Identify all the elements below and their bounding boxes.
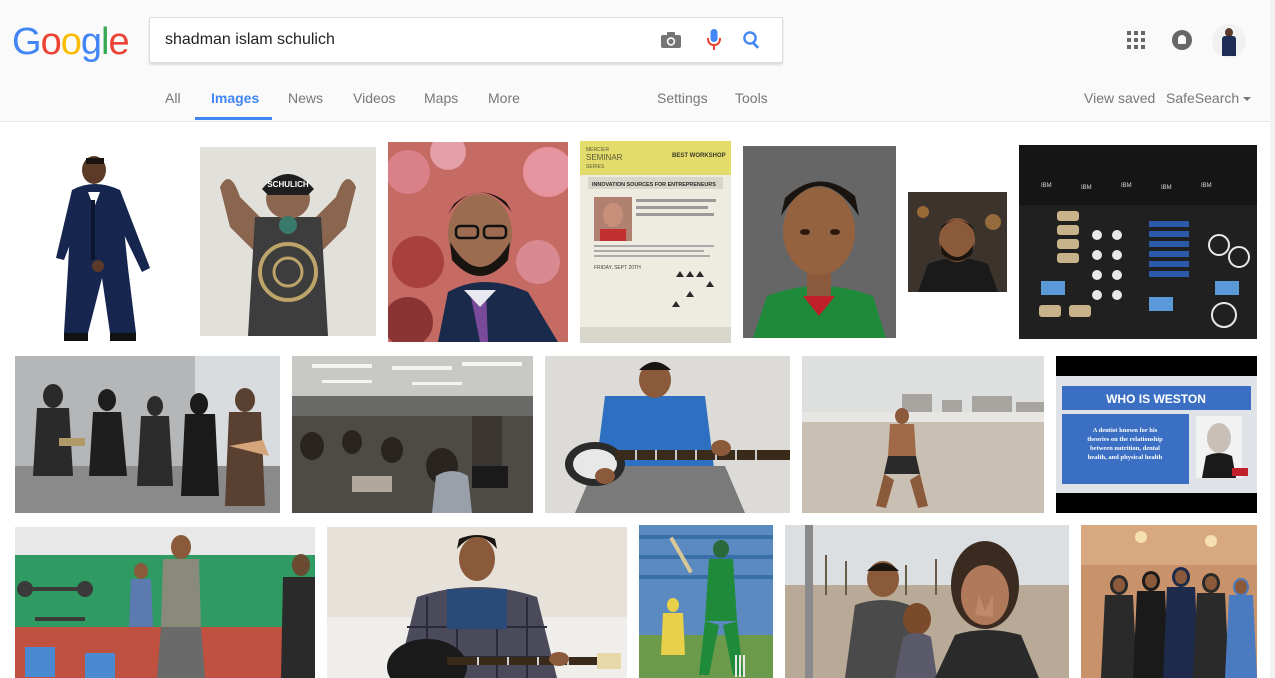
settings-link[interactable]: Settings	[657, 88, 708, 108]
header: Google All Images News Videos Maps More …	[0, 0, 1275, 122]
tab-images[interactable]: Images	[211, 88, 259, 108]
result-image-ibm-desk[interactable]: IBM IBM IBM IBM IBM	[1019, 145, 1257, 339]
ibm-label: IBM	[1081, 185, 1092, 191]
logo-letter: G	[12, 21, 42, 63]
result-image-seminar-poster[interactable]: MERCIER SEMINAR SERIES BEST WORKSHOP INN…	[580, 141, 731, 343]
apps-grid-icon[interactable]	[1127, 31, 1147, 51]
tab-more[interactable]: More	[488, 88, 520, 108]
active-tab-indicator	[195, 117, 272, 120]
result-image-rooftop[interactable]	[802, 356, 1044, 513]
result-image-guitar-blue[interactable]	[545, 356, 790, 513]
notifications-icon[interactable]	[1172, 30, 1192, 50]
result-image-flexing-cap[interactable]: SCHULICH	[200, 147, 376, 336]
ibm-label: IBM	[1201, 183, 1212, 189]
result-image-cricketer-portrait[interactable]	[743, 146, 896, 338]
camera-icon[interactable]	[660, 29, 682, 51]
seminar-banner-3: SERIES	[586, 164, 605, 170]
search-box	[149, 17, 783, 63]
seminar-date: FRIDAY, SEPT 20TH	[594, 265, 641, 271]
result-image-small-portrait[interactable]	[908, 192, 1007, 292]
weston-line-2: theories on the relationship	[1087, 436, 1163, 443]
result-image-classroom[interactable]	[292, 356, 533, 513]
search-icon[interactable]	[741, 29, 763, 51]
safesearch-dropdown[interactable]: SafeSearch	[1166, 88, 1252, 108]
result-image-man-in-suit[interactable]	[50, 148, 155, 344]
logo-letter: o	[40, 21, 62, 63]
result-image-guitar-plaid[interactable]	[327, 527, 627, 678]
ibm-label: IBM	[1161, 185, 1172, 191]
tab-all[interactable]: All	[165, 88, 181, 108]
result-image-panel-discussion[interactable]	[15, 356, 280, 513]
tab-maps[interactable]: Maps	[424, 88, 458, 108]
seminar-tag: BEST WORKSHOP	[672, 153, 726, 159]
result-image-portrait-glasses[interactable]	[388, 142, 568, 342]
seminar-title: INNOVATION SOURCES FOR ENTREPRENEURS	[592, 182, 716, 188]
scrollbar[interactable]	[1270, 0, 1275, 678]
result-image-gym[interactable]	[15, 527, 315, 678]
avatar[interactable]	[1212, 24, 1246, 58]
tab-videos[interactable]: Videos	[353, 88, 396, 108]
google-logo[interactable]: Google	[12, 20, 130, 64]
result-image-cricket-match[interactable]	[639, 525, 773, 678]
weston-line-4: health, and physical health	[1088, 454, 1163, 461]
logo-letter: e	[108, 21, 129, 63]
seminar-banner-2: SEMINAR	[586, 153, 623, 162]
weston-line-1: A dentist known for his	[1093, 427, 1158, 434]
view-saved-link[interactable]: View saved	[1084, 88, 1155, 108]
cap-text: SCHULICH	[267, 180, 309, 189]
safesearch-label: SafeSearch	[1166, 90, 1240, 106]
search-input[interactable]	[165, 18, 645, 62]
tab-news[interactable]: News	[288, 88, 323, 108]
logo-letter: g	[80, 21, 102, 63]
result-image-selfie-group[interactable]	[785, 525, 1069, 678]
logo-letter: o	[60, 21, 82, 63]
microphone-icon[interactable]	[703, 29, 725, 51]
weston-line-3: between nutrition, dental	[1090, 445, 1160, 452]
ibm-label: IBM	[1041, 183, 1052, 189]
result-image-weston-slide[interactable]: WHO IS WESTON A dentist known for his th…	[1056, 356, 1257, 513]
weston-title: WHO IS WESTON	[1106, 392, 1206, 406]
ibm-label: IBM	[1121, 183, 1132, 189]
tools-link[interactable]: Tools	[735, 88, 768, 108]
result-image-formal-group[interactable]	[1081, 525, 1257, 678]
chevron-down-icon	[1243, 97, 1252, 102]
